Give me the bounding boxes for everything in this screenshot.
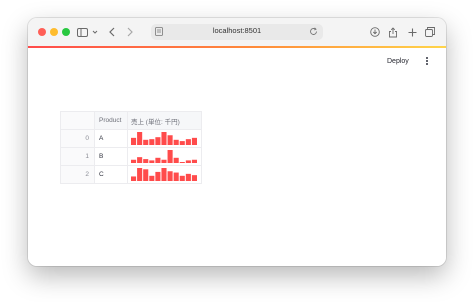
browser-toolbar: localhost:8501 xyxy=(28,18,446,46)
sales-sparkline-cell[interactable] xyxy=(127,165,202,184)
table-header-row: Product 売上 (単位: 千円) xyxy=(60,111,202,130)
download-icon[interactable] xyxy=(370,25,380,39)
sales-bar xyxy=(167,135,173,145)
sales-bar xyxy=(179,175,185,181)
product-cell[interactable]: B xyxy=(94,147,128,166)
sales-bar xyxy=(131,159,137,163)
row-index: 2 xyxy=(60,165,95,184)
sales-bar xyxy=(155,157,161,163)
sales-bar xyxy=(149,139,155,145)
sales-bar-chart xyxy=(131,168,197,181)
sales-bar xyxy=(149,160,155,163)
sales-bar xyxy=(167,171,173,181)
sales-bar xyxy=(137,168,143,181)
sales-bar-chart xyxy=(131,150,197,163)
sales-bar xyxy=(137,157,143,163)
sales-bar xyxy=(173,172,179,181)
sales-sparkline-cell[interactable] xyxy=(127,129,202,148)
sales-bar xyxy=(149,175,155,181)
main-menu-icon[interactable] xyxy=(424,57,430,67)
app-main: Deploy Product 売上 (単位: 千円) 0 A 1 B 2 C xyxy=(28,48,446,266)
sales-bar xyxy=(161,168,167,181)
product-cell[interactable]: C xyxy=(94,165,128,184)
close-window-button[interactable] xyxy=(38,28,46,36)
sales-bar xyxy=(167,150,173,163)
sales-bar xyxy=(173,157,179,163)
sales-bar xyxy=(173,139,179,145)
browser-window: localhost:8501 Deploy Product 売上 (単位: 千円… xyxy=(28,18,446,266)
sales-bar xyxy=(143,159,149,163)
sales-bar xyxy=(155,137,161,145)
address-bar[interactable]: localhost:8501 xyxy=(151,24,323,40)
row-index: 1 xyxy=(60,147,95,166)
sales-bar xyxy=(161,159,167,163)
sales-bar xyxy=(191,159,197,163)
forward-icon[interactable] xyxy=(126,25,134,39)
deploy-button[interactable]: Deploy xyxy=(387,58,409,65)
sales-bar xyxy=(161,132,167,145)
sidebar-toggle-icon[interactable] xyxy=(76,25,88,39)
maximize-window-button[interactable] xyxy=(62,28,70,36)
table-row[interactable]: 2 C xyxy=(60,165,202,184)
sales-bar xyxy=(131,176,137,181)
sales-bar-chart xyxy=(131,132,197,145)
sales-bar xyxy=(143,169,149,181)
product-cell[interactable]: A xyxy=(94,129,128,148)
minimize-window-button[interactable] xyxy=(50,28,58,36)
sales-bar xyxy=(185,173,191,181)
row-index: 0 xyxy=(60,129,95,148)
sales-bar xyxy=(185,160,191,163)
sales-bar xyxy=(179,162,185,163)
column-header-product[interactable]: Product xyxy=(94,111,128,130)
tab-overview-icon[interactable] xyxy=(425,25,435,39)
sales-bar xyxy=(137,132,143,145)
back-icon[interactable] xyxy=(108,25,116,39)
sales-bar xyxy=(191,137,197,145)
sales-sparkline-cell[interactable] xyxy=(127,147,202,166)
index-header xyxy=(60,111,95,130)
new-tab-icon[interactable] xyxy=(407,25,417,39)
sales-bar xyxy=(179,141,185,145)
sales-bar xyxy=(155,171,161,181)
table-row[interactable]: 1 B xyxy=(60,147,202,166)
sales-bar xyxy=(191,175,197,181)
table-row[interactable]: 0 A xyxy=(60,129,202,148)
share-icon[interactable] xyxy=(388,25,398,39)
chevron-down-icon[interactable] xyxy=(92,25,98,39)
dataframe[interactable]: Product 売上 (単位: 千円) 0 A 1 B 2 C xyxy=(60,111,202,184)
sales-bar xyxy=(143,139,149,145)
sales-bar xyxy=(131,137,137,145)
column-header-sales[interactable]: 売上 (単位: 千円) xyxy=(127,111,202,130)
sales-bar xyxy=(185,139,191,145)
url-text: localhost:8501 xyxy=(212,26,262,35)
reload-icon[interactable] xyxy=(309,27,318,36)
